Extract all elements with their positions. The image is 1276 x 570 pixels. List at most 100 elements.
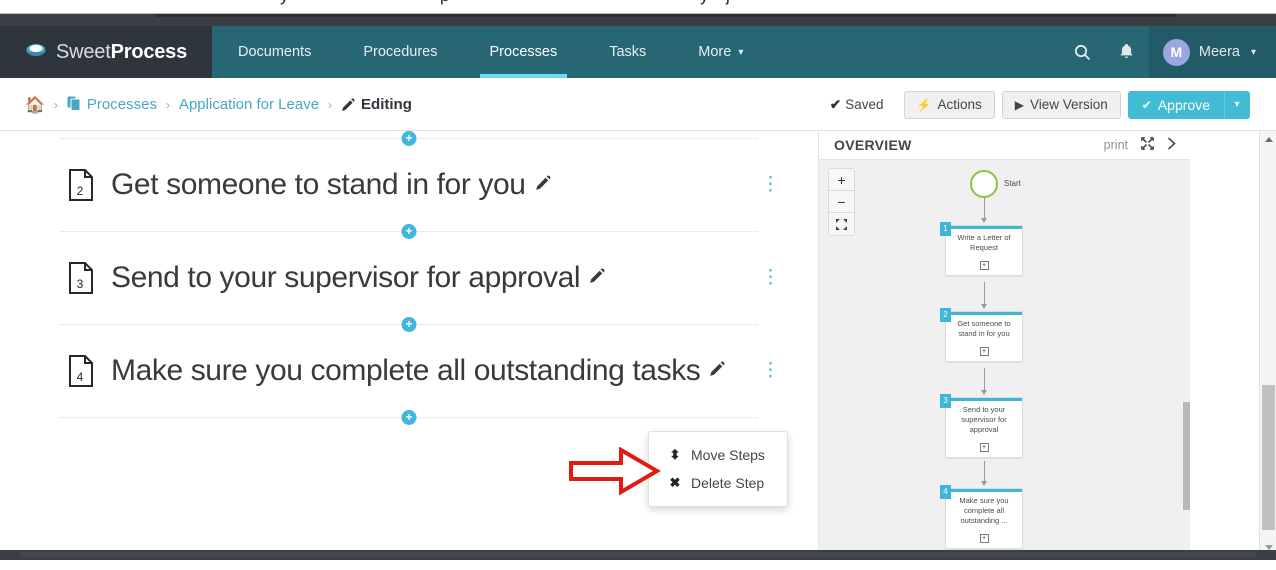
page-bottom-margin — [0, 560, 1276, 570]
flow-arrowhead — [980, 218, 987, 223]
flow-start-label: Start — [1004, 179, 1021, 188]
pencil-icon — [341, 97, 355, 113]
saved-label: Saved — [845, 96, 884, 112]
close-x-icon: ✖ — [669, 475, 681, 490]
node-expand-box[interactable]: + — [946, 254, 1022, 275]
kebab-menu-icon[interactable]: ⋮ — [753, 360, 788, 380]
overview-scrollbar[interactable] — [1183, 160, 1190, 555]
zoom-out-button[interactable]: − — [829, 191, 854, 213]
step-document-icon: 3 — [68, 262, 94, 294]
brand-logo-area[interactable]: SweetProcess — [0, 26, 212, 78]
add-step-divider: + — [60, 131, 758, 146]
check-icon: ✔ — [1141, 97, 1152, 112]
nav-item-procedures[interactable]: Procedures — [337, 26, 463, 78]
flowchart: Start 1 Write a Letter of Request + 2 Ge… — [819, 160, 1190, 555]
node-number-badge: 1 — [940, 222, 951, 236]
overview-title: OVERVIEW — [834, 137, 912, 153]
kebab-menu-icon[interactable]: ⋮ — [753, 174, 788, 194]
svg-text:4: 4 — [77, 370, 84, 384]
plus-icon: + — [979, 534, 989, 544]
overview-header: OVERVIEW print — [819, 131, 1190, 160]
step-row[interactable]: 4 Make sure you complete all outstanding… — [0, 332, 818, 410]
breadcrumb-separator: › — [53, 97, 58, 112]
nav-item-more[interactable]: More ▾ — [672, 26, 769, 78]
move-updown-icon: ⬍ — [669, 447, 681, 462]
menu-item-label: Delete Step — [691, 475, 765, 491]
node-expand-box[interactable]: + — [946, 436, 1022, 457]
bell-icon[interactable] — [1105, 26, 1149, 78]
nav-label: Procedures — [363, 44, 438, 60]
documents-icon — [67, 96, 81, 113]
actions-label: Actions — [937, 97, 982, 112]
view-version-label: View Version — [1029, 97, 1108, 112]
view-version-button[interactable]: ▶ View Version — [1001, 90, 1121, 119]
breadcrumb-item-application-for-leave[interactable]: Application for Leave — [179, 96, 319, 113]
svg-text:2: 2 — [77, 184, 84, 198]
print-button[interactable]: print — [1104, 138, 1128, 152]
nav-item-tasks[interactable]: Tasks — [583, 26, 672, 78]
flow-connector — [984, 198, 985, 220]
coffee-cup-icon — [25, 43, 49, 62]
scroll-up-button[interactable] — [1260, 131, 1276, 148]
zoom-in-button[interactable]: + — [829, 169, 854, 191]
menu-item-delete-step[interactable]: ✖ Delete Step — [649, 469, 787, 497]
flow-arrowhead — [980, 390, 987, 395]
step-context-menu: ⬍ Move Steps ✖ Delete Step — [648, 431, 788, 507]
expand-arrows-icon[interactable] — [1141, 137, 1154, 153]
flow-start-node[interactable] — [970, 170, 998, 198]
play-icon: ▶ — [1014, 97, 1024, 112]
flow-node-3[interactable]: 3 Send to your supervisor for approval + — [940, 394, 1023, 459]
breadcrumb: 🏠 › Processes › Application for Leave › … — [0, 95, 412, 115]
pencil-icon[interactable] — [535, 174, 551, 196]
node-label: Write a Letter of Request — [957, 233, 1011, 253]
step-row[interactable]: 3 Send to your supervisor for approval ⋮ — [0, 239, 818, 317]
add-step-button[interactable]: + — [401, 317, 417, 332]
approve-dropdown-toggle[interactable]: ▾ — [1224, 90, 1250, 119]
nav-item-processes[interactable]: Processes — [464, 26, 584, 78]
menu-item-move-steps[interactable]: ⬍ Move Steps — [649, 441, 787, 469]
page-scrollbar-thumb[interactable] — [1262, 385, 1275, 530]
nav-item-documents[interactable]: Documents — [212, 26, 337, 78]
add-step-button[interactable]: + — [401, 224, 417, 239]
zoom-controls: + − — [828, 168, 855, 236]
svg-text:3: 3 — [77, 277, 84, 291]
user-menu[interactable]: M Meera ▾ — [1148, 26, 1276, 78]
page-scrollbar[interactable] — [1259, 131, 1276, 556]
brand-name: SweetProcess — [56, 41, 187, 64]
pencil-icon[interactable] — [709, 360, 725, 382]
add-step-divider: + — [60, 224, 758, 239]
node-number-badge: 4 — [940, 485, 951, 499]
brand-name-light: Sweet — [56, 40, 111, 63]
plus-icon: + — [979, 261, 989, 271]
approve-button[interactable]: ✔ Approve — [1127, 90, 1224, 119]
flow-node-1[interactable]: 1 Write a Letter of Request + — [940, 222, 1023, 277]
node-expand-box[interactable]: + — [946, 340, 1022, 361]
nav-label: More — [698, 44, 732, 60]
add-step-button[interactable]: + — [401, 131, 417, 146]
flow-node-2[interactable]: 2 Get someone to stand in for you + — [940, 308, 1023, 363]
brand-name-bold: Process — [110, 40, 188, 63]
overview-scrollbar-thumb[interactable] — [1183, 402, 1190, 510]
chevron-down-icon: ▾ — [738, 46, 744, 58]
add-step-button[interactable]: + — [401, 410, 417, 425]
step-title: Send to your supervisor for approval — [111, 261, 581, 294]
step-title: Get someone to stand in for you — [111, 168, 526, 201]
pencil-icon[interactable] — [589, 267, 605, 289]
window-bottom-inner — [20, 552, 1256, 557]
kebab-menu-icon[interactable]: ⋮ — [753, 267, 788, 287]
flowchart-canvas[interactable]: + − Start 1 Write a Letter of Request + — [819, 160, 1190, 555]
flow-node-4[interactable]: 4 Make sure you complete all outstanding… — [940, 485, 1023, 550]
node-expand-box[interactable]: + — [946, 527, 1022, 548]
search-icon[interactable] — [1061, 26, 1105, 78]
lightning-icon: ⚡ — [916, 97, 932, 112]
home-icon[interactable]: 🏠 — [25, 95, 45, 115]
top-navbar: SweetProcess Documents Procedures Proces… — [0, 26, 1276, 78]
flow-arrowhead — [980, 481, 987, 486]
overview-panel: OVERVIEW print + − Start 1 Write a Lette… — [818, 131, 1190, 556]
step-row[interactable]: 2 Get someone to stand in for you ⋮ — [0, 146, 818, 224]
actions-button[interactable]: ⚡ Actions — [903, 90, 995, 119]
breadcrumb-item-processes[interactable]: Processes — [87, 96, 157, 113]
chevron-right-icon[interactable] — [1167, 137, 1176, 153]
fit-to-screen-button[interactable] — [829, 213, 854, 235]
